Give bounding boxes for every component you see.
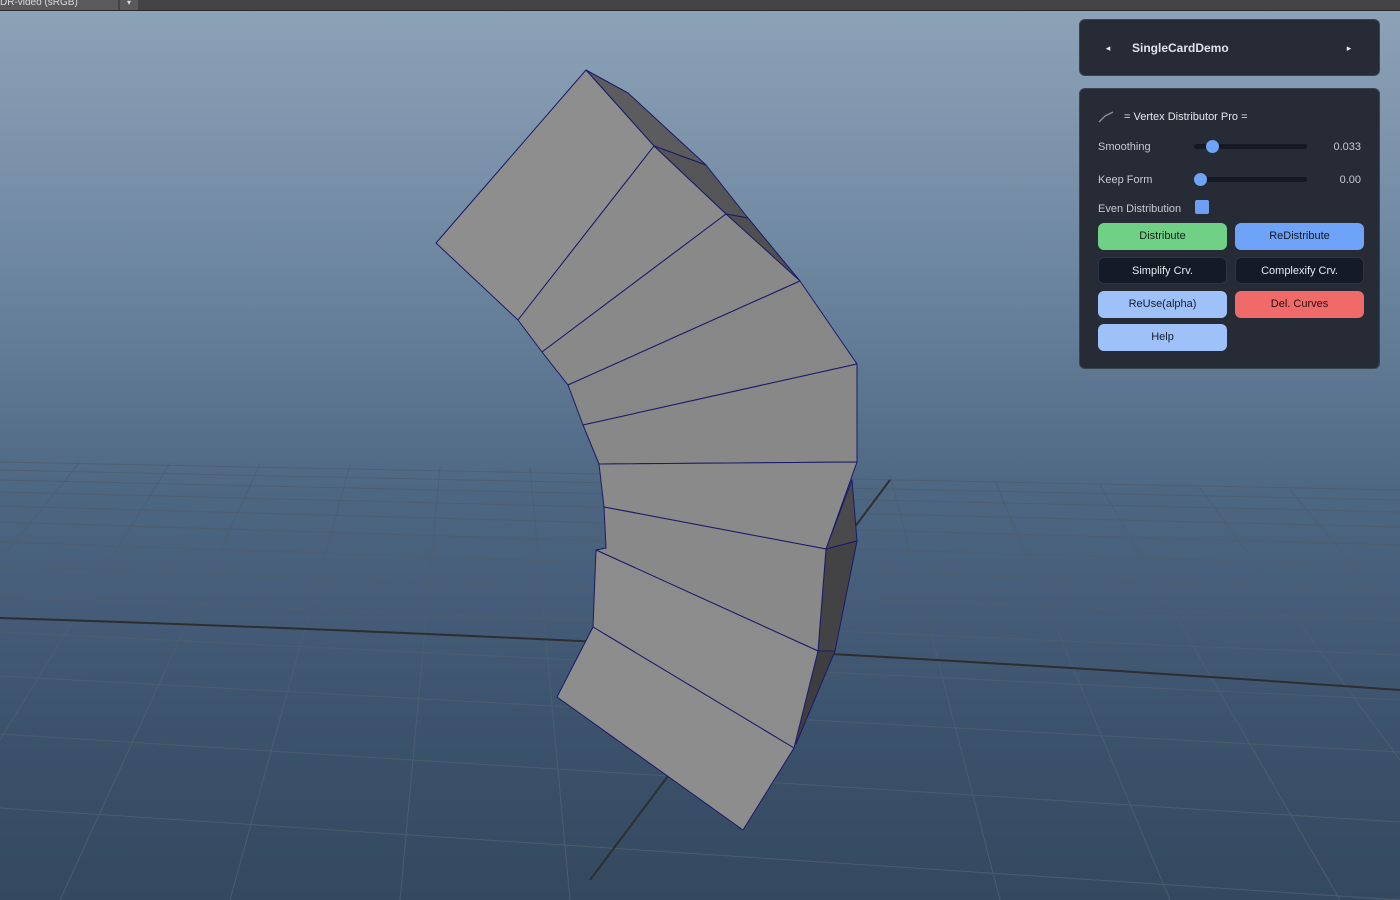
delete-curves-button[interactable]: Del. Curves — [1235, 291, 1364, 318]
even-distribution-label: Even Distribution — [1098, 203, 1182, 215]
keep-form-slider-handle[interactable] — [1194, 173, 1207, 186]
previous-arrow-icon[interactable]: ◂ — [1100, 40, 1116, 56]
smoothing-label: Smoothing — [1098, 141, 1151, 153]
help-button[interactable]: Help — [1098, 324, 1227, 351]
keep-form-slider[interactable] — [1194, 173, 1307, 186]
vertex-distributor-panel: = Vertex Distributor Pro = Smoothing 0.0… — [1079, 88, 1380, 369]
preset-title: SingleCardDemo — [1132, 41, 1229, 55]
keep-form-value: 0.00 — [1339, 174, 1361, 186]
tool-title: = Vertex Distributor Pro = — [1124, 111, 1248, 123]
reuse-button[interactable]: ReUse(alpha) — [1098, 291, 1227, 318]
distribute-button[interactable]: Distribute — [1098, 223, 1227, 250]
colorspace-dropdown-arrow-icon[interactable]: ▾ — [120, 0, 138, 10]
preset-header-panel: ◂ SingleCardDemo ▸ — [1079, 19, 1380, 76]
viewport-toolbar: DR-video (sRGB) ▾ — [0, 0, 1400, 11]
smoothing-value: 0.033 — [1333, 141, 1361, 153]
smoothing-slider[interactable] — [1194, 140, 1307, 153]
redistribute-button[interactable]: ReDistribute — [1235, 223, 1364, 250]
complexify-curve-button[interactable]: Complexify Crv. — [1235, 257, 1364, 284]
curve-icon — [1098, 111, 1114, 123]
next-arrow-icon[interactable]: ▸ — [1341, 40, 1357, 56]
smoothing-slider-handle[interactable] — [1206, 140, 1219, 153]
colorspace-dropdown[interactable]: DR-video (sRGB) — [0, 0, 118, 10]
even-distribution-checkbox[interactable] — [1195, 200, 1209, 214]
simplify-curve-button[interactable]: Simplify Crv. — [1098, 257, 1227, 284]
card-mesh — [435, 69, 858, 831]
keep-form-label: Keep Form — [1098, 174, 1153, 186]
